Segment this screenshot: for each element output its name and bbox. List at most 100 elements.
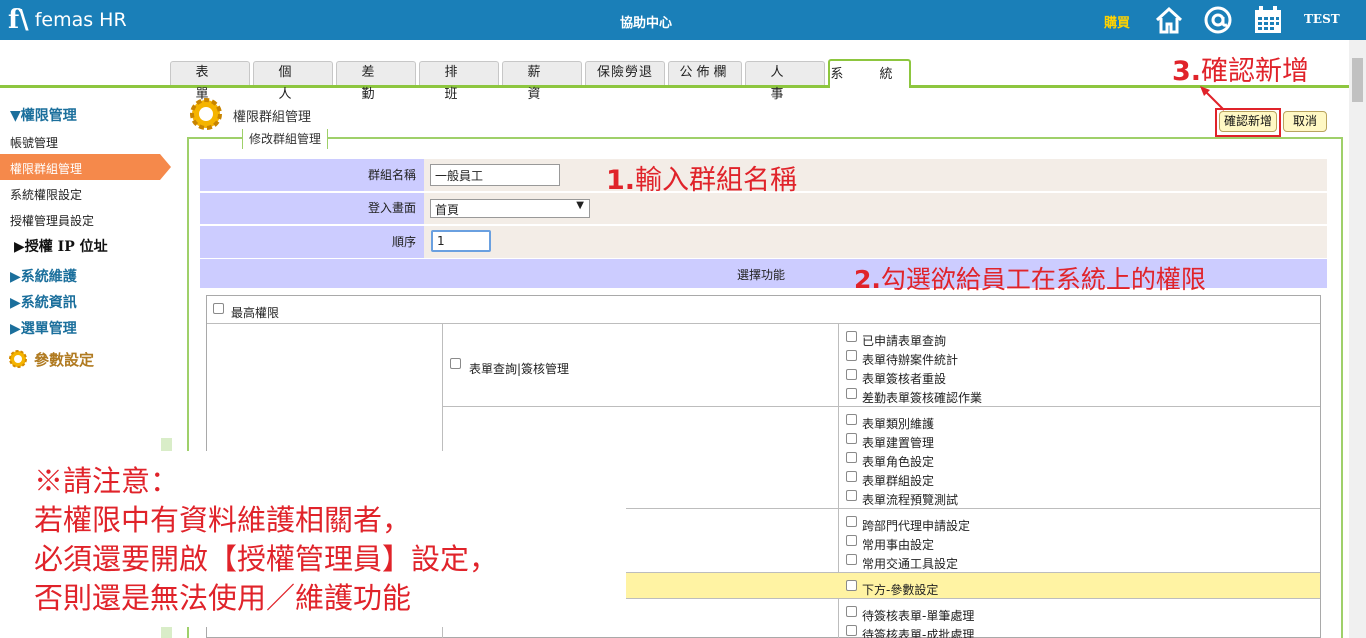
perm-checkbox[interactable]	[846, 452, 857, 463]
perm-label: 下方-參數設定	[862, 583, 939, 597]
top-permission-label: 最高權限	[231, 306, 280, 320]
perm-checkbox[interactable]	[846, 535, 857, 546]
step2-number: 2.	[854, 265, 881, 294]
perm-label: 表單類別維護	[862, 417, 935, 431]
perm-label: 表單角色設定	[862, 455, 935, 469]
tab-forms[interactable]: 表 單	[170, 61, 250, 102]
perm-checkbox[interactable]	[846, 516, 857, 527]
login-screen-value: 首頁	[435, 203, 460, 217]
sidebar-item-accounts[interactable]: 帳號管理	[10, 134, 58, 151]
select-function-label: 選擇功能	[737, 268, 786, 282]
confirm-add-button[interactable]: 確認新增	[1219, 111, 1277, 132]
perm-label: 常用事由設定	[862, 538, 935, 552]
perm-label: 表單流程預覽測試	[862, 493, 959, 507]
perm-checkbox[interactable]	[846, 580, 857, 591]
table-divider	[626, 598, 1320, 599]
sidebar-item-admin-settings[interactable]: 授權管理員設定	[10, 212, 94, 229]
order-input[interactable]: 1	[431, 230, 491, 252]
arrow-icon	[1200, 86, 1225, 111]
perm-checkbox[interactable]	[846, 414, 857, 425]
top-permission-checkbox[interactable]	[213, 303, 224, 314]
table-divider	[443, 406, 1320, 407]
sidebar-active-arrow	[160, 154, 171, 180]
sidebar-section-params[interactable]: 參數設定	[34, 349, 94, 370]
perm-checkbox[interactable]	[846, 606, 857, 617]
tab-hr[interactable]: 人 事	[745, 61, 825, 102]
logo-text: femas HR	[34, 9, 127, 31]
group-name-input[interactable]: 一般員工	[430, 164, 560, 186]
top-bar: f\ femas HR 協助中心 購買 TEST	[0, 0, 1366, 40]
page-gear-icon	[190, 98, 222, 130]
perm-label: 表單待辦案件統計	[862, 353, 959, 367]
table-divider	[626, 572, 1320, 573]
perm-checkbox[interactable]	[846, 490, 857, 501]
notice-line: 否則還是無法使用／維護功能	[34, 581, 412, 615]
step3-text: 確認新增	[1201, 56, 1310, 87]
email-at-icon[interactable]	[1202, 5, 1234, 35]
perm-label: 待簽核表單-單筆處理	[862, 609, 975, 623]
gear-icon	[9, 350, 27, 368]
tab-personal[interactable]: 個 人	[253, 61, 333, 102]
form-query-label: 表單查詢|簽核管理	[469, 362, 570, 376]
perm-checkbox[interactable]	[846, 369, 857, 380]
perm-label: 表單簽核者重設	[862, 372, 947, 386]
sidebar-section-maintenance[interactable]: ▶系統維護	[10, 266, 77, 286]
table-divider	[207, 323, 1320, 324]
perm-label: 待簽核表單-成批處理	[862, 628, 975, 638]
page-scrollbar[interactable]	[1349, 40, 1366, 638]
step3-annotation: 3.確認新增	[1172, 49, 1309, 88]
order-cell	[424, 226, 1327, 258]
form-query-checkbox[interactable]	[450, 358, 461, 369]
step1-annotation: 1.輸入群組名稱	[606, 158, 797, 197]
perm-label: 差勤表單簽核確認作業	[862, 391, 983, 405]
tab-schedule[interactable]: 排 班	[419, 61, 499, 102]
tab-bulletin[interactable]: 公佈欄	[668, 61, 742, 85]
tab-attendance[interactable]: 差 勤	[336, 61, 416, 102]
logo-mark-icon: f\	[8, 5, 29, 35]
calendar-icon[interactable]	[1252, 5, 1284, 35]
sidebar-item-system-permissions[interactable]: 系統權限設定	[10, 186, 82, 203]
tab-insurance[interactable]: 保險勞退	[585, 61, 665, 85]
order-label: 順序	[200, 226, 424, 258]
fieldset-legend: 修改群組管理	[242, 129, 329, 149]
perm-checkbox[interactable]	[846, 388, 857, 399]
tab-system[interactable]: 系 統	[828, 59, 911, 88]
perm-label: 跨部門代理申請設定	[862, 519, 971, 533]
sidebar-section-menu[interactable]: ▶選單管理	[10, 318, 77, 338]
chevron-down-icon: ▼	[576, 200, 584, 211]
perm-label: 常用交通工具設定	[862, 557, 959, 571]
step2-annotation: 2.勾選欲給員工在系統上的權限	[854, 260, 1206, 296]
tab-salary[interactable]: 薪 資	[502, 61, 582, 102]
step2-text: 勾選欲給員工在系統上的權限	[880, 265, 1206, 294]
perm-checkbox[interactable]	[846, 625, 857, 636]
cancel-button[interactable]: 取消	[1283, 111, 1327, 132]
perm-checkbox[interactable]	[846, 350, 857, 361]
sidebar-item-ip-address[interactable]: ▶授權 IP 位址	[14, 236, 108, 256]
home-icon[interactable]	[1153, 5, 1185, 35]
step1-text: 輸入群組名稱	[635, 165, 798, 196]
login-screen-label: 登入畫面	[200, 193, 424, 224]
buy-link[interactable]: 購買	[1104, 12, 1130, 31]
notice-line: ※請注意：	[34, 464, 180, 498]
step1-number: 1.	[606, 165, 636, 196]
femas-logo[interactable]: f\ femas HR	[8, 4, 127, 36]
login-screen-select[interactable]: 首頁 ▼	[430, 199, 590, 218]
highlight-row	[626, 572, 1320, 598]
notice-line: 若權限中有資料維護相關者，	[34, 503, 412, 537]
step3-number: 3.	[1172, 56, 1202, 87]
perm-label: 表單建置管理	[862, 436, 935, 450]
app-window: f\ femas HR 協助中心 購買 TEST 表 單 個 人 差 勤 排 班…	[0, 0, 1366, 638]
perm-checkbox[interactable]	[846, 471, 857, 482]
perm-checkbox[interactable]	[846, 554, 857, 565]
group-name-label: 群組名稱	[200, 159, 424, 191]
sidebar-item-permission-groups-label: 權限群組管理	[10, 162, 83, 176]
scrollbar-thumb[interactable]	[1352, 58, 1363, 102]
perm-label: 表單群組設定	[862, 474, 935, 488]
sidebar-section-info[interactable]: ▶系統資訊	[10, 292, 77, 312]
perm-checkbox[interactable]	[846, 331, 857, 342]
help-center-title[interactable]: 協助中心	[620, 12, 672, 31]
page-title: 權限群組管理	[233, 110, 312, 125]
perm-checkbox[interactable]	[846, 433, 857, 444]
user-name[interactable]: TEST	[1304, 12, 1340, 26]
sidebar-section-permissions[interactable]: ▼權限管理	[10, 105, 77, 125]
